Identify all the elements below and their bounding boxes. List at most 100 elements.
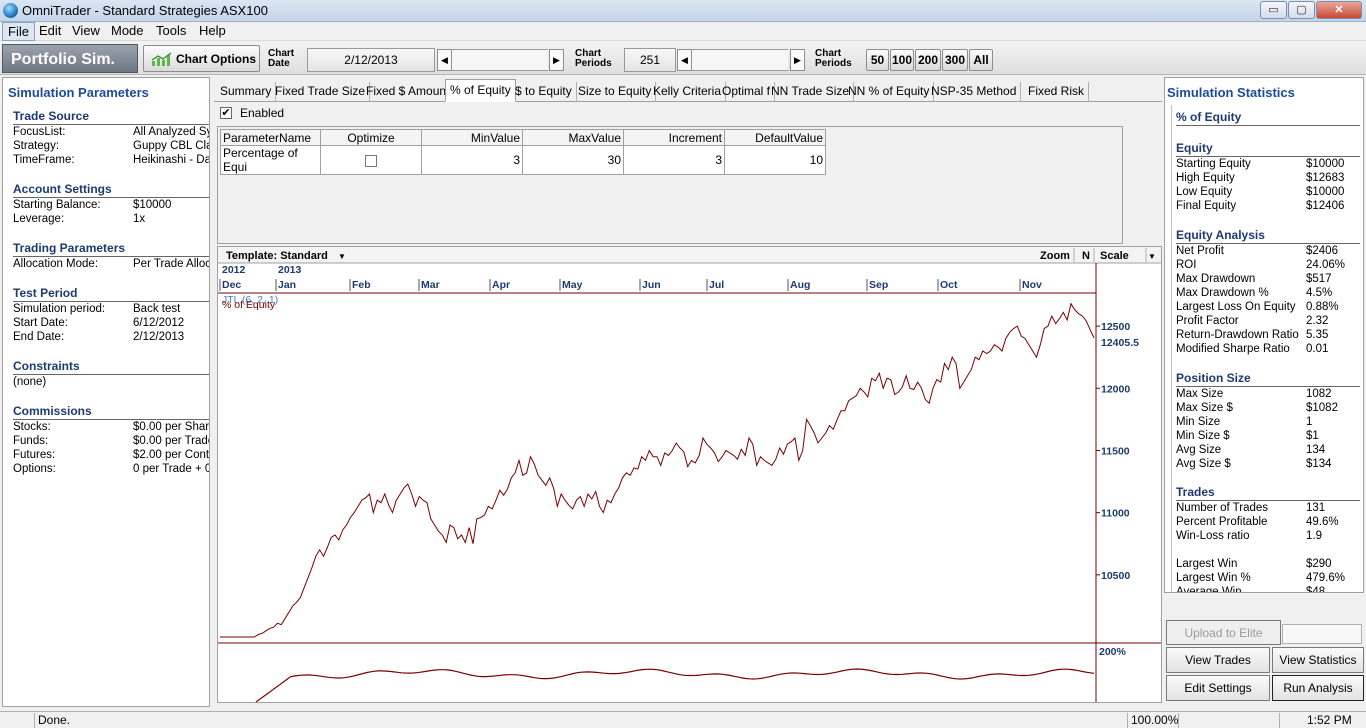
month-label: Dec	[222, 279, 241, 291]
equity-chart[interactable]: Template: Standard ▼ Zoom N Scale ▼ 2012 2013 De…	[217, 246, 1162, 703]
chart-periods-slider[interactable]	[692, 49, 788, 71]
minimize-button[interactable]: ▭	[1260, 1, 1287, 19]
cell-increment[interactable]: 3	[623, 145, 725, 175]
month-label: Apr	[492, 279, 510, 291]
tab-size-to-equity[interactable]: Size to Equity	[574, 82, 657, 102]
cell-defaultvalue[interactable]: 10	[724, 145, 826, 175]
parameter-grid: ParameterName Optimize MinValue MaxValue…	[217, 126, 1123, 244]
enabled-label: Enabled	[240, 106, 285, 120]
menu-mode[interactable]: Mode	[106, 22, 149, 41]
year-label: 2012	[222, 264, 246, 276]
equity-chart-svg[interactable]: Template: Standard ▼ Zoom N Scale ▼ 2012 2013 De…	[218, 247, 1161, 702]
chart-icon	[151, 52, 172, 66]
month-label: Feb	[352, 279, 371, 291]
param-value: 1x	[133, 213, 146, 225]
tab-of-equity[interactable]: % of Equity	[445, 79, 516, 102]
stat-label: Percent Profitable	[1176, 516, 1268, 528]
chart-periods-field[interactable]: 251	[624, 48, 676, 72]
stat-value: $290	[1306, 558, 1332, 570]
stat-value: 134	[1306, 444, 1326, 456]
col-header-maxvalue: MaxValue	[522, 129, 624, 146]
cell-optimize[interactable]	[320, 145, 422, 175]
param-value: 2/12/2013	[133, 331, 185, 343]
chart-date-right-arrow[interactable]: ▶	[549, 49, 564, 71]
month-label: Mar	[421, 279, 440, 291]
menu-tools[interactable]: Tools	[151, 22, 191, 41]
enabled-checkbox[interactable]: ✔	[220, 107, 232, 119]
statistics-title: Simulation Statistics	[1167, 85, 1295, 100]
upload-to-elite-button[interactable]: Upload to Elite	[1166, 620, 1281, 645]
view-statistics-button[interactable]: View Statistics	[1272, 647, 1364, 673]
col-header-defaultvalue: DefaultValue	[724, 129, 826, 146]
window-title: OmniTrader - Standard Strategies ASX100	[22, 3, 268, 18]
menu-view[interactable]: View	[67, 22, 105, 41]
view-trades-button[interactable]: View Trades	[1166, 647, 1270, 673]
chart-periods-right-arrow[interactable]: ▶	[790, 49, 805, 71]
menu-file[interactable]: File	[2, 22, 35, 41]
period-300-button[interactable]: 300	[942, 49, 968, 71]
month-label: Aug	[790, 279, 810, 291]
scale-button[interactable]: Scale	[1100, 250, 1129, 262]
tab-summary[interactable]: Summary	[216, 82, 277, 102]
chart-header	[218, 247, 1161, 263]
stat-label: Max Size $	[1176, 402, 1233, 414]
portfolio-sim-button[interactable]: Portfolio Sim.	[2, 44, 138, 73]
close-button[interactable]: ✕	[1316, 1, 1362, 19]
chart-date-field[interactable]: 2/12/2013	[307, 48, 435, 72]
period-100-button[interactable]: 100	[890, 49, 914, 71]
chart-periods-left-arrow[interactable]: ◀	[677, 49, 692, 71]
zoom-button[interactable]: Zoom	[1040, 250, 1070, 262]
stat-value: $2406	[1306, 245, 1338, 257]
parameter-table: ParameterName Optimize MinValue MaxValue…	[220, 129, 826, 175]
period-200-button[interactable]: 200	[915, 49, 941, 71]
optimize-checkbox[interactable]	[365, 154, 377, 167]
section-heading-trading-parameters: Trading Parameters	[13, 241, 209, 257]
tab-nn-trade-size[interactable]: NN Trade Size	[767, 82, 855, 102]
cell-minvalue[interactable]: 3	[421, 145, 523, 175]
tab-fixed-amount[interactable]: Fixed $ Amount	[362, 82, 455, 102]
template-dropdown-arrow-icon[interactable]: ▼	[338, 252, 346, 261]
stat-label: Min Size $	[1176, 430, 1230, 442]
month-label: Jul	[709, 279, 724, 291]
period-all-button[interactable]: All	[969, 49, 993, 71]
n-button[interactable]: N	[1082, 250, 1090, 262]
stat-value: $10000	[1306, 186, 1345, 198]
panel-title: Simulation Parameters	[8, 85, 149, 100]
y-tick-label: 11500	[1101, 445, 1130, 457]
stat-label: Modified Sharpe Ratio	[1176, 343, 1290, 355]
edit-settings-button[interactable]: Edit Settings	[1166, 675, 1270, 701]
tab-fixed-risk[interactable]: Fixed Risk	[1024, 82, 1090, 102]
chart-date-left-arrow[interactable]: ◀	[437, 49, 452, 71]
tab-kelly-criteria[interactable]: Kelly Criteria	[649, 82, 727, 102]
table-row[interactable]: Percentage of Equi 3 30 3 10	[220, 145, 826, 175]
month-label: Jun	[642, 279, 661, 291]
stat-label: Average Win	[1176, 586, 1242, 593]
cell-maxvalue[interactable]: 30	[522, 145, 624, 175]
template-dropdown[interactable]: Template: Standard	[226, 250, 328, 262]
run-analysis-button[interactable]: Run Analysis	[1272, 675, 1364, 701]
maximize-button[interactable]: ▢	[1288, 1, 1315, 19]
section-heading-trade-source: Trade Source	[13, 109, 209, 125]
scale-dropdown-arrow-icon[interactable]: ▼	[1148, 252, 1156, 261]
status-time: 1:52 PM	[1279, 713, 1366, 728]
param-label: (none)	[13, 376, 47, 388]
param-value: Heikinashi - Da	[133, 154, 209, 166]
stats-heading-equity: Equity	[1176, 141, 1360, 157]
period-50-button[interactable]: 50	[866, 49, 889, 71]
tab-nsp-35-method[interactable]: NSP-35 Method	[927, 82, 1022, 102]
chart-periods-label-2: Chart Periods	[815, 48, 852, 69]
cell-parametername[interactable]: Percentage of Equi	[220, 145, 321, 175]
param-value: Back test	[133, 303, 181, 315]
chart-options-button[interactable]: Chart Options	[143, 45, 260, 72]
menu-edit[interactable]: Edit	[34, 22, 66, 41]
y-tick-label: 10500	[1101, 570, 1130, 582]
tab-to-equity[interactable]: $ to Equity	[511, 82, 577, 102]
stat-label: Profit Factor	[1176, 315, 1239, 327]
year-label: 2013	[278, 264, 302, 276]
chart-date-slider[interactable]	[452, 49, 548, 71]
stat-label: Max Drawdown	[1176, 273, 1256, 285]
menu-help[interactable]: Help	[194, 22, 231, 41]
tab-fixed-trade-size[interactable]: Fixed Trade Size	[271, 82, 371, 102]
param-label: TimeFrame:	[13, 154, 75, 166]
tab-nn-of-equity[interactable]: NN % of Equity	[844, 82, 935, 102]
